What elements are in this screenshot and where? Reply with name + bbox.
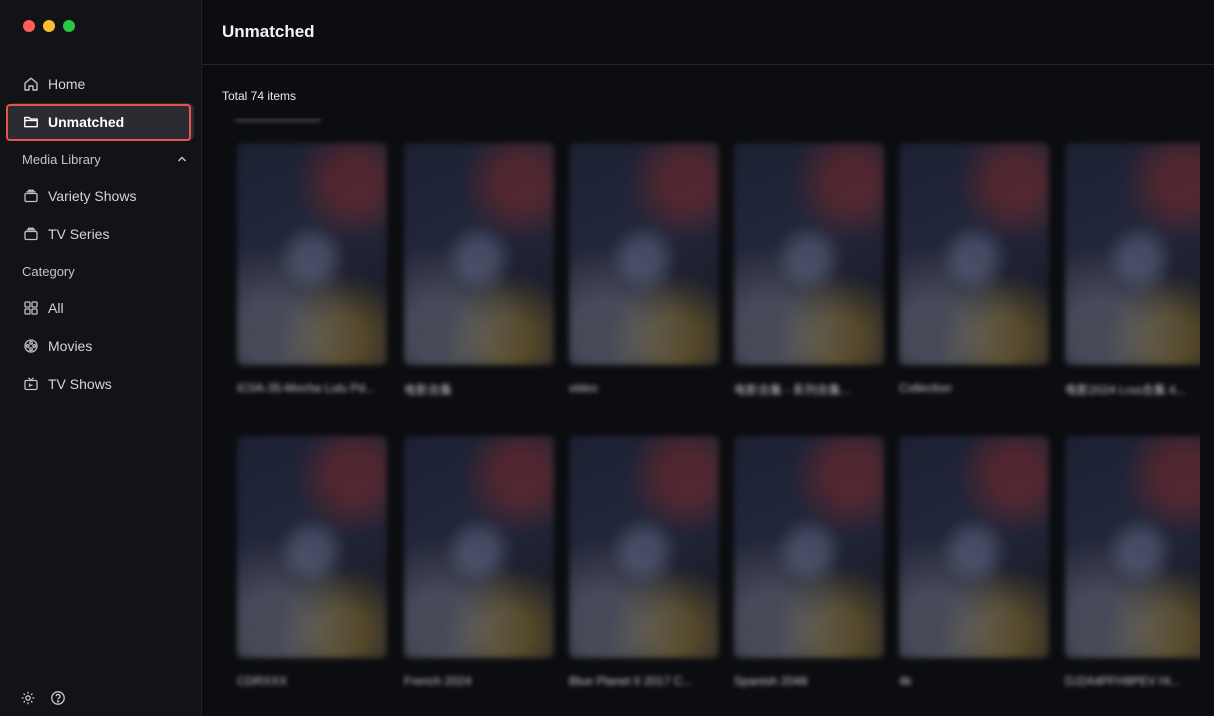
section-title: Category xyxy=(22,263,75,279)
media-poster[interactable] xyxy=(404,143,554,365)
sidebar: Home Unmatched Media Library Variety Sho… xyxy=(0,0,202,716)
sidebar-item-label: Variety Shows xyxy=(48,188,137,204)
film-reel-icon xyxy=(22,337,40,355)
media-poster[interactable] xyxy=(569,143,719,365)
media-poster[interactable] xyxy=(899,436,1049,658)
main-panel: Unmatched Total 74 items IC0A-35-Mocha L… xyxy=(202,0,1214,716)
sidebar-item-label: TV Shows xyxy=(48,376,112,392)
media-poster[interactable] xyxy=(237,143,387,365)
sidebar-item-label: Home xyxy=(48,76,86,92)
media-card[interactable]: IC0A-35-Mocha Lulu Pd... xyxy=(237,143,387,395)
stack-icon xyxy=(22,187,40,205)
tv-icon xyxy=(22,375,40,393)
minimize-window-button[interactable] xyxy=(43,20,55,32)
media-card[interactable]: 4k xyxy=(899,436,1049,688)
media-title: 电影合集 - 系列合集... xyxy=(734,383,851,397)
sidebar-item-tv-shows[interactable]: TV Shows xyxy=(8,365,194,403)
media-poster[interactable] xyxy=(569,436,719,658)
media-title: Collection xyxy=(899,381,952,395)
sidebar-item-home[interactable]: Home xyxy=(8,65,194,103)
sidebar-item-label: Unmatched xyxy=(48,114,125,130)
media-grid: IC0A-35-Mocha Lulu Pd... 电影合集 video 电影合集 - … xyxy=(202,118,1200,716)
media-card[interactable]: 电影合集 - 系列合集... xyxy=(734,143,884,398)
media-poster[interactable] xyxy=(404,436,554,658)
main-header: Unmatched xyxy=(202,0,1214,65)
media-poster[interactable] xyxy=(1065,436,1200,658)
app-window: Home Unmatched Media Library Variety Sho… xyxy=(0,0,1214,716)
media-poster[interactable] xyxy=(237,436,387,658)
media-card[interactable]: DJ2A4PFH9PEV Hi... xyxy=(1065,436,1200,688)
media-poster[interactable] xyxy=(899,143,1049,365)
sidebar-footer xyxy=(20,690,66,706)
category-section-header: Category xyxy=(8,253,194,289)
sidebar-item-label: All xyxy=(48,300,64,316)
media-title: DJ2A4PFH9PEV Hi... xyxy=(1065,674,1181,688)
media-title: video xyxy=(569,381,598,395)
maximize-window-button[interactable] xyxy=(63,20,75,32)
media-card[interactable]: 电影2024 Lrss合集 4... xyxy=(1065,143,1200,398)
media-title: 4k xyxy=(899,674,912,688)
media-title: Blue Planet II 2017 C... xyxy=(569,674,693,688)
media-title: 电影2024 Lrss合集 4... xyxy=(1065,383,1186,397)
scroll-fade-indicator xyxy=(235,118,321,122)
close-window-button[interactable] xyxy=(23,20,35,32)
media-poster[interactable] xyxy=(734,143,884,365)
page-title: Unmatched xyxy=(222,22,315,41)
media-card[interactable]: CDRXXX xyxy=(237,436,387,688)
sidebar-item-variety-shows[interactable]: Variety Shows xyxy=(8,177,194,215)
media-library-section-header[interactable]: Media Library xyxy=(8,141,194,177)
sidebar-item-movies[interactable]: Movies xyxy=(8,327,194,365)
media-title: French 2024 xyxy=(404,674,472,688)
folder-icon xyxy=(22,113,40,131)
section-title: Media Library xyxy=(22,151,101,167)
grid-icon xyxy=(22,299,40,317)
home-icon xyxy=(22,75,40,93)
media-title: IC0A-35-Mocha Lulu Pd... xyxy=(237,381,376,395)
media-poster[interactable] xyxy=(1065,143,1200,365)
media-title: 电影合集 xyxy=(404,383,453,397)
window-controls xyxy=(23,20,75,32)
media-card[interactable]: Blue Planet II 2017 C... xyxy=(569,436,719,688)
sidebar-item-all[interactable]: All xyxy=(8,289,194,327)
media-poster[interactable] xyxy=(734,436,884,658)
item-count: Total 74 items xyxy=(222,89,297,103)
sidebar-item-label: TV Series xyxy=(48,226,110,242)
media-title: CDRXXX xyxy=(237,674,288,688)
media-card[interactable]: Spanish 2048 xyxy=(734,436,884,688)
media-title: Spanish 2048 xyxy=(734,674,808,688)
sidebar-item-label: Movies xyxy=(48,338,93,354)
help-icon[interactable] xyxy=(50,690,66,706)
media-card[interactable]: 电影合集 xyxy=(404,143,554,398)
sidebar-item-unmatched[interactable]: Unmatched xyxy=(6,103,194,141)
media-card[interactable]: video xyxy=(569,143,719,395)
media-card[interactable]: French 2024 xyxy=(404,436,554,688)
sidebar-nav: Home Unmatched Media Library Variety Sho… xyxy=(6,65,194,403)
gear-icon[interactable] xyxy=(20,690,36,706)
stack-icon xyxy=(22,225,40,243)
sidebar-item-tv-series[interactable]: TV Series xyxy=(8,215,194,253)
chevron-up-icon[interactable] xyxy=(176,153,188,165)
media-card[interactable]: Collection xyxy=(899,143,1049,395)
